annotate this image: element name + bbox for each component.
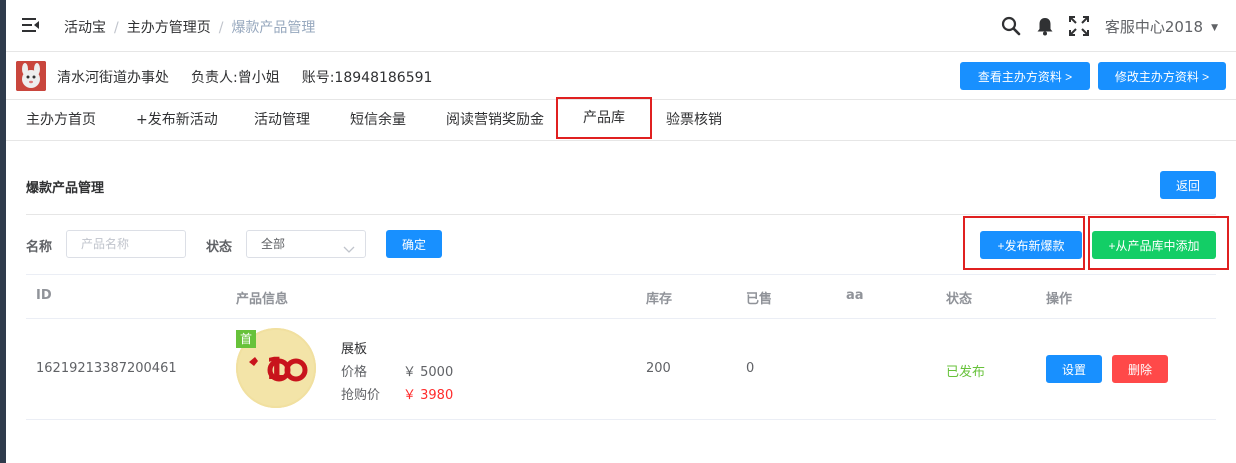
- tab-organizer-home[interactable]: 主办方首页: [26, 100, 96, 140]
- rush-price-value: ￥ 3980: [403, 388, 454, 403]
- confirm-button[interactable]: 确定: [386, 230, 442, 258]
- tab-product-library[interactable]: 产品库: [556, 97, 652, 139]
- tab-publish-activity[interactable]: +发布新活动: [136, 100, 218, 140]
- rush-price-label: 抢购价: [341, 388, 381, 403]
- view-organizer-button[interactable]: 查看主办方资料 >: [960, 62, 1090, 90]
- divider: [26, 419, 1216, 420]
- app-frame: 活动宝 / 主办方管理页 / 爆款产品管理 客服中心2018 ▼ 清水河街道办事…: [0, 0, 1236, 463]
- organizer-account: 账号:18948186591: [301, 70, 433, 86]
- status-filter-label: 状态: [206, 240, 233, 255]
- column-header-product-info: 产品信息: [236, 292, 289, 307]
- column-header-id: ID: [36, 288, 52, 303]
- breadcrumb-current: 爆款产品管理: [231, 20, 316, 36]
- tab-reading-rewards[interactable]: 阅读营销奖励金: [446, 100, 544, 140]
- organizer-contact: 负责人:曾小姐: [191, 70, 280, 86]
- edit-organizer-button[interactable]: 修改主办方资料 >: [1098, 62, 1226, 90]
- organizer-bar: 清水河街道办事处 负责人:曾小姐 账号:18948186591 查看主办方资料 > …: [6, 52, 1236, 100]
- breadcrumb-home[interactable]: 活动宝: [64, 20, 106, 36]
- divider: [26, 214, 1216, 215]
- breadcrumb-separator: /: [114, 20, 119, 36]
- column-header-actions: 操作: [1046, 292, 1073, 307]
- product-id: 16219213387200461: [36, 361, 177, 376]
- avatar: [16, 61, 46, 91]
- column-header-status: 状态: [946, 292, 973, 307]
- back-button[interactable]: 返回: [1160, 171, 1216, 199]
- chevron-down-icon: [343, 238, 355, 264]
- breadcrumb-separator: /: [218, 20, 224, 36]
- top-navbar: 活动宝 / 主办方管理页 / 爆款产品管理 客服中心2018 ▼: [6, 0, 1236, 52]
- page-title: 爆款产品管理: [26, 181, 105, 196]
- status-value: 已发布: [946, 365, 986, 380]
- fullscreen-icon[interactable]: [1068, 16, 1089, 36]
- column-header-stock: 库存: [646, 292, 673, 307]
- publish-new-hot-button[interactable]: +发布新爆款: [980, 231, 1082, 259]
- delete-button[interactable]: 删除: [1112, 355, 1168, 383]
- name-filter-label: 名称: [26, 240, 53, 255]
- divider: [26, 318, 1216, 319]
- top-right-tools: 客服中心2018 ▼: [1001, 14, 1218, 38]
- search-icon[interactable]: [1001, 16, 1021, 36]
- sold-value: 0: [746, 361, 755, 376]
- breadcrumb: 活动宝 / 主办方管理页 / 爆款产品管理: [64, 17, 315, 37]
- price-label: 价格: [341, 365, 368, 380]
- first-badge: 首: [236, 330, 256, 348]
- status-select-value: 全部: [261, 237, 286, 251]
- settings-button[interactable]: 设置: [1046, 355, 1102, 383]
- main-area: 活动宝 / 主办方管理页 / 爆款产品管理 客服中心2018 ▼ 清水河街道办事…: [6, 0, 1236, 463]
- bell-icon[interactable]: [1035, 16, 1055, 36]
- tab-sms-balance[interactable]: 短信余量: [350, 100, 406, 140]
- user-menu-label: 客服中心2018: [1104, 17, 1204, 36]
- product-name: 展板: [341, 342, 368, 357]
- user-menu[interactable]: 客服中心2018 ▼: [1105, 16, 1218, 37]
- tab-activity-management[interactable]: 活动管理: [254, 100, 310, 140]
- status-select[interactable]: 全部: [246, 230, 366, 258]
- divider: [26, 274, 1216, 275]
- column-header-sold: 已售: [746, 292, 773, 307]
- stock-value: 200: [646, 361, 671, 376]
- add-from-library-button[interactable]: +从产品库中添加: [1092, 231, 1216, 259]
- organizer-name: 清水河街道办事处: [57, 70, 169, 86]
- nav-tabs: 主办方首页 +发布新活动 活动管理 短信余量 阅读营销奖励金 产品库 验票核销: [6, 97, 1236, 141]
- menu-toggle-icon[interactable]: [22, 17, 40, 33]
- product-name-input[interactable]: [66, 230, 186, 258]
- breadcrumb-organizer[interactable]: 主办方管理页: [127, 20, 211, 36]
- price-value: ￥ 5000: [403, 365, 454, 380]
- caret-down-icon: ▼: [1211, 22, 1218, 33]
- tab-ticket-verification[interactable]: 验票核销: [666, 100, 722, 140]
- organizer-info: 清水河街道办事处 负责人:曾小姐 账号:18948186591: [57, 67, 454, 87]
- column-header-aa: aa: [846, 288, 864, 303]
